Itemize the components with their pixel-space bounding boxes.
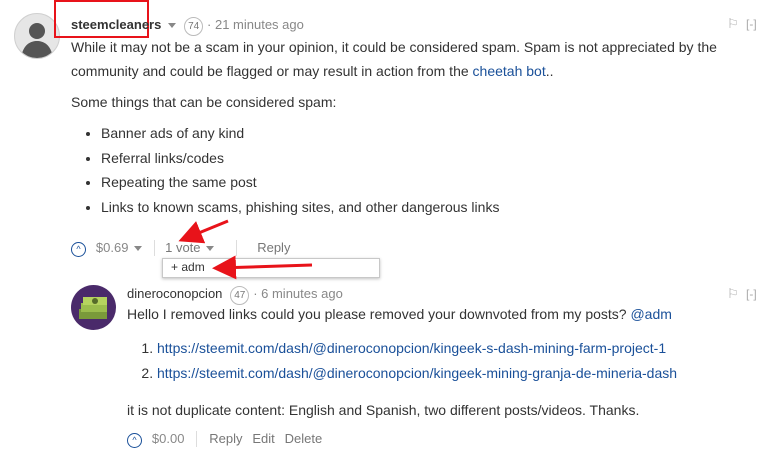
timestamp[interactable]: 6 minutes ago (261, 286, 343, 301)
payout-amount[interactable]: $0.00 (152, 431, 185, 446)
collapse-toggle[interactable]: [-] (746, 287, 757, 301)
comment-paragraph: it is not duplicate content: English and… (127, 402, 640, 418)
upvote-icon[interactable]: ^ (127, 433, 142, 448)
author-name[interactable]: dineroconopcion (127, 286, 222, 301)
link-list: https://steemit.com/dash/@dineroconopcio… (127, 336, 757, 385)
avatar[interactable] (71, 285, 116, 330)
comment-header: dineroconopcion 47 · 6 minutes ago (127, 284, 343, 305)
edit-button[interactable]: Edit (252, 431, 274, 446)
post-link[interactable]: https://steemit.com/dash/@dineroconopcio… (157, 340, 666, 356)
comment-footer: ^ $0.00 Reply Edit Delete (127, 429, 323, 448)
post-link[interactable]: https://steemit.com/dash/@dineroconopcio… (157, 365, 677, 381)
annotation-arrows (178, 219, 313, 280)
comment-paragraph: Hello I removed links could you please r… (127, 306, 672, 322)
reply-button[interactable]: Reply (209, 431, 242, 446)
mention-link[interactable]: @adm (630, 306, 671, 322)
delete-button[interactable]: Delete (285, 431, 323, 446)
flag-icon[interactable]: ⚐ (727, 286, 739, 302)
money-stack-icon (79, 297, 107, 319)
